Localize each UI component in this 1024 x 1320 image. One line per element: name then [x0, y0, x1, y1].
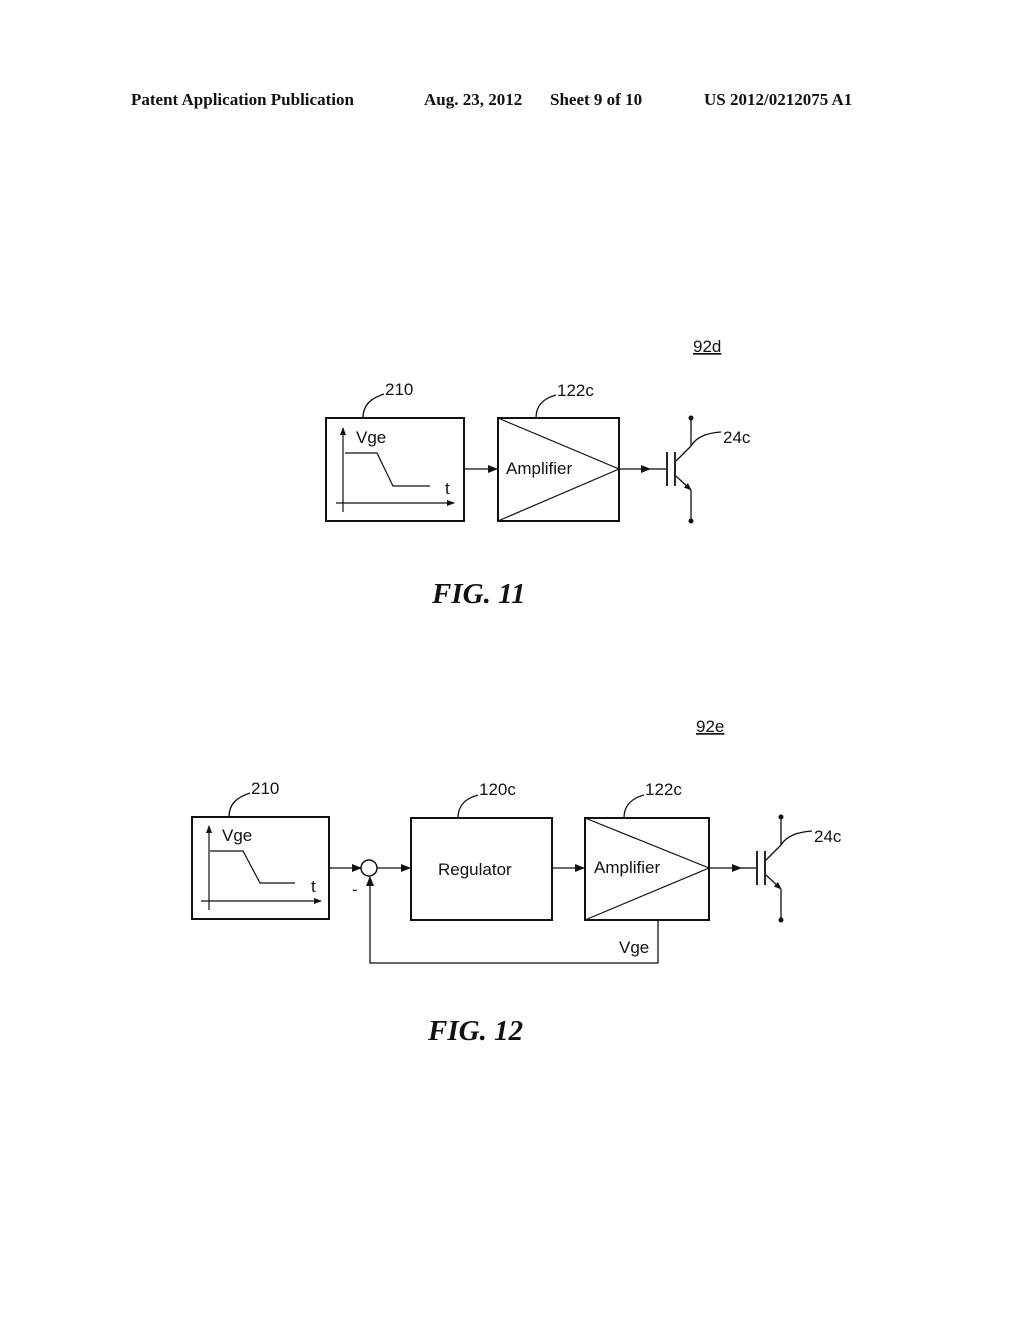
fig12-feedback-label: Vge — [619, 938, 649, 957]
figure-12: 92e 210 Vge t - 120c Regulator 122c Ampl… — [191, 717, 842, 1047]
fig11-amplifier-label: Amplifier — [506, 459, 572, 478]
figure-11: 92d 210 Vge t 122c Amplifier 24c FIG. 11 — [325, 337, 751, 610]
fig12-generator-leader — [228, 792, 251, 818]
fig11-transistor-leader — [690, 431, 722, 447]
fig12-vge-label: Vge — [222, 826, 252, 845]
fig12-waveform-generator: 210 Vge t — [191, 779, 330, 920]
fig11-amplifier: 122c Amplifier — [497, 381, 621, 522]
fig12-generator-ref: 210 — [251, 779, 279, 798]
fig11-reference: 92d — [693, 337, 721, 356]
fig11-collector-terminal — [688, 415, 694, 421]
fig11-vge-waveform — [345, 452, 430, 487]
fig12-minus-sign: - — [352, 880, 358, 899]
fig11-amplifier-leader — [535, 394, 557, 419]
fig11-emitter-arrow — [675, 475, 692, 491]
fig12-amplifier-leader — [623, 794, 645, 819]
fig11-t-label: t — [445, 479, 450, 498]
fig12-amplifier-ref: 122c — [645, 780, 682, 799]
fig12-regulator-leader — [457, 794, 479, 819]
fig12-vge-waveform — [210, 850, 295, 884]
fig12-regulator: 120c Regulator — [410, 780, 553, 921]
fig12-transistor-leader — [780, 830, 813, 846]
fig11-waveform-generator: 210 Vge t — [325, 380, 465, 522]
fig12-emitter-terminal — [778, 917, 784, 923]
fig12-emitter-arrow — [765, 874, 782, 890]
fig11-caption: FIG. 11 — [431, 578, 525, 610]
fig11-vge-label: Vge — [356, 428, 386, 447]
fig11-amplifier-ref: 122c — [557, 381, 594, 400]
fig11-generator-ref: 210 — [385, 380, 413, 399]
fig12-caption: FIG. 12 — [427, 1015, 523, 1047]
fig12-amplifier: 122c Amplifier — [584, 780, 711, 921]
fig12-igbt-transistor: 24c — [741, 814, 842, 923]
fig12-transistor-ref: 24c — [814, 827, 842, 846]
fig12-reference: 92e — [696, 717, 724, 736]
fig11-generator-leader — [362, 393, 385, 419]
fig12-amplifier-label: Amplifier — [594, 858, 660, 877]
fig12-t-label: t — [311, 877, 316, 896]
fig12-regulator-ref: 120c — [479, 780, 516, 799]
fig11-transistor-ref: 24c — [723, 428, 751, 447]
drawing-sheet: 92d 210 Vge t 122c Amplifier 24c FIG. 11… — [191, 337, 842, 1047]
fig12-summing-junction: - — [352, 859, 378, 899]
fig11-emitter-terminal — [688, 518, 694, 524]
fig11-igbt-transistor: 24c — [650, 415, 751, 524]
fig12-collector-terminal — [778, 814, 784, 820]
fig12-regulator-label: Regulator — [438, 860, 512, 879]
